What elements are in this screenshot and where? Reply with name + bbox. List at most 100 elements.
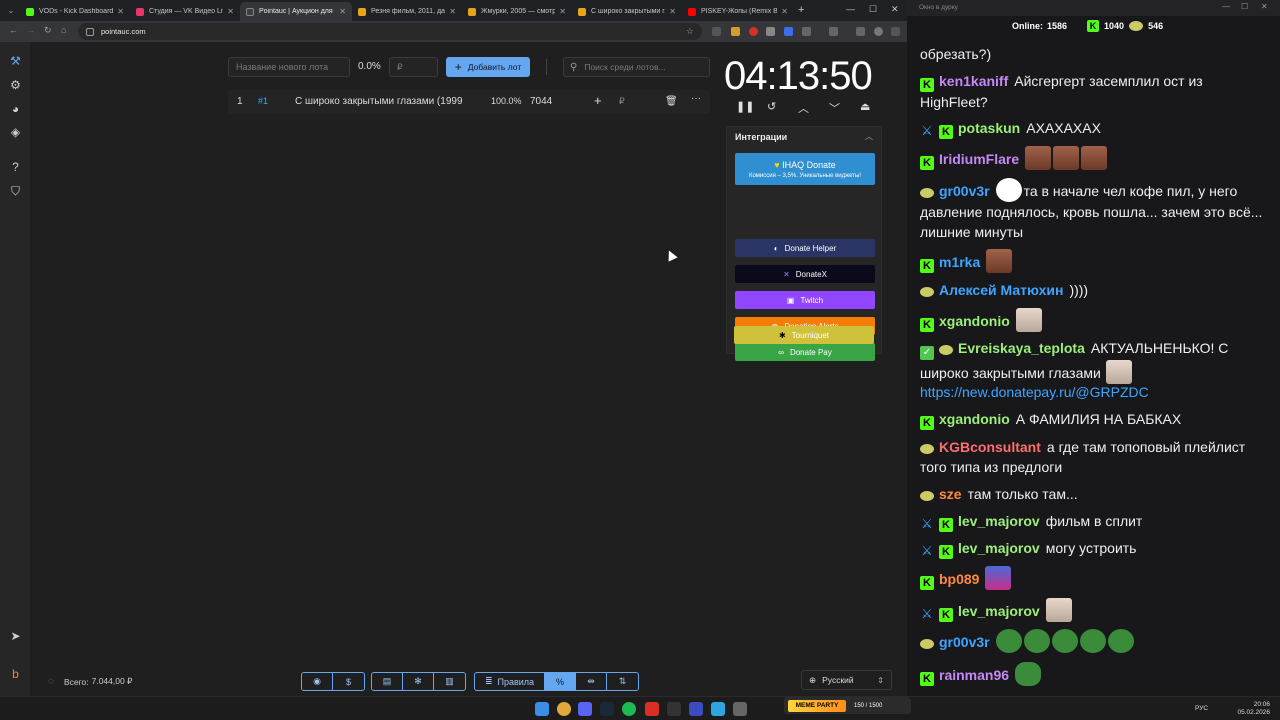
lot-search-input[interactable]: ⚲ Поиск среди лотов... bbox=[563, 57, 710, 77]
username[interactable]: rainman96 bbox=[939, 667, 1009, 683]
close-icon[interactable]: ✕ bbox=[669, 7, 676, 16]
home-icon[interactable]: ⌂ bbox=[61, 25, 66, 35]
media-widget[interactable]: МЕМЕ PARTY 150 / 1500 bbox=[784, 697, 911, 714]
minimize-icon[interactable]: — bbox=[1222, 2, 1230, 11]
username[interactable]: potaskun bbox=[958, 120, 1020, 136]
chrome-icon[interactable] bbox=[557, 702, 571, 716]
lot-amount[interactable]: 7044 bbox=[530, 96, 552, 107]
lot-row[interactable]: 1 #1 С широко закрытыми глазами (1999 10… bbox=[228, 90, 710, 114]
username[interactable]: xgandonio bbox=[939, 411, 1010, 427]
site-info-icon[interactable] bbox=[86, 27, 94, 36]
wheel-icon[interactable]: ◕ bbox=[9, 103, 22, 116]
clock[interactable]: 20:06 05.02.2026 bbox=[1237, 701, 1270, 717]
decrease-icon[interactable]: ﹀ bbox=[829, 100, 840, 116]
bookmark-star-icon[interactable]: ☆ bbox=[686, 26, 694, 37]
github-icon[interactable]: ◉ bbox=[302, 673, 333, 690]
tab-zhmurki[interactable]: Жмурки, 2005 — смотреть… ✕ bbox=[462, 2, 572, 21]
telegram-icon[interactable] bbox=[711, 702, 725, 716]
extension-icon[interactable] bbox=[784, 27, 793, 36]
tourniquet-button[interactable]: ✱ Tourniquet bbox=[734, 326, 874, 344]
username[interactable]: lev_majorov bbox=[958, 513, 1040, 529]
percent-toggle-icon[interactable]: % bbox=[545, 673, 576, 690]
forward-icon[interactable]: → bbox=[26, 25, 35, 35]
windows-start-icon[interactable] bbox=[535, 702, 549, 716]
close-icon[interactable]: ✕ bbox=[449, 7, 456, 16]
language-select[interactable]: ⊕ Русский ⇕ bbox=[801, 670, 892, 690]
compact-icon[interactable]: ⇹ bbox=[576, 673, 607, 690]
tab-pointauc[interactable]: Pointauc | Аукцион для стр… ✕ bbox=[240, 2, 352, 21]
help-icon[interactable]: ? bbox=[9, 161, 22, 174]
username[interactable]: IridiumFlare bbox=[939, 151, 1019, 167]
username[interactable]: sze bbox=[939, 486, 962, 502]
tab-vk-studio[interactable]: Студия — VK Видео Live ✕ bbox=[130, 2, 240, 21]
close-window-icon[interactable]: ✕ bbox=[891, 4, 899, 15]
delete-trash-icon[interactable]: 🗑 bbox=[665, 96, 678, 107]
close-icon[interactable]: ✕ bbox=[117, 7, 124, 16]
new-lot-amount-input[interactable]: ₽ bbox=[389, 57, 438, 77]
keyboard-language[interactable]: РУС bbox=[1195, 705, 1208, 712]
username[interactable]: m1rka bbox=[939, 254, 980, 270]
address-bar[interactable]: pointauc.com ☆ bbox=[78, 23, 702, 40]
new-tab-button[interactable]: + bbox=[798, 4, 804, 16]
donate-dollar-icon[interactable]: $ bbox=[333, 673, 364, 690]
minimize-icon[interactable]: — bbox=[846, 4, 855, 14]
hide-eye-icon[interactable]: ◌ bbox=[48, 676, 54, 687]
increase-icon[interactable]: ︿ bbox=[798, 100, 809, 116]
app-icon[interactable] bbox=[645, 702, 659, 716]
extension-icon[interactable] bbox=[712, 27, 721, 36]
layers-icon[interactable]: ◈ bbox=[9, 126, 22, 139]
lot-name[interactable]: С широко закрытыми глазами (1999 bbox=[295, 96, 463, 107]
ihaq-donate-button[interactable]: ♥ IHAQ Donate Комиссия – 3,5%. Уникальны… bbox=[735, 153, 875, 185]
username[interactable]: Evreiskaya_teplota bbox=[958, 340, 1085, 356]
max-up-icon[interactable]: ⏏ bbox=[860, 100, 870, 113]
chevron-up-icon[interactable]: ︿ bbox=[865, 131, 873, 142]
settings-gear-icon[interactable]: ⚙ bbox=[9, 79, 22, 92]
username[interactable]: lev_majorov bbox=[958, 603, 1040, 619]
username[interactable]: gr00v3r bbox=[939, 634, 990, 650]
username[interactable]: lev_majorov bbox=[958, 540, 1040, 556]
username[interactable]: KGBconsultant bbox=[939, 439, 1041, 455]
extensions-puzzle-icon[interactable] bbox=[802, 27, 811, 36]
media-icon[interactable] bbox=[856, 27, 865, 36]
app-icon[interactable] bbox=[689, 702, 703, 716]
reload-icon[interactable]: ↻ bbox=[44, 25, 52, 36]
steam-icon[interactable] bbox=[600, 702, 614, 716]
close-icon[interactable]: ✕ bbox=[781, 7, 788, 16]
telegram-icon[interactable]: ➤ bbox=[9, 630, 22, 643]
extension-icon[interactable] bbox=[731, 27, 740, 36]
more-dots-icon[interactable]: ··· bbox=[691, 93, 701, 104]
add-lot-button[interactable]: + Добавить лот bbox=[446, 57, 530, 77]
maximize-icon[interactable]: ☐ bbox=[1241, 2, 1248, 11]
pause-icon[interactable]: ❚❚ bbox=[736, 100, 754, 113]
boosty-icon[interactable]: b bbox=[9, 668, 22, 681]
add-amount-plus-icon[interactable]: + bbox=[594, 93, 602, 108]
obs-icon[interactable] bbox=[667, 702, 681, 716]
discord-icon[interactable] bbox=[578, 702, 592, 716]
extension-icon[interactable] bbox=[766, 27, 775, 36]
archive-icon[interactable]: ▤ bbox=[372, 673, 403, 690]
username[interactable]: xgandonio bbox=[939, 313, 1010, 329]
clear-icon[interactable]: ▥ bbox=[434, 673, 465, 690]
rules-button[interactable]: ≣ Правила bbox=[475, 673, 545, 690]
shield-icon[interactable]: ⛉ bbox=[9, 185, 22, 198]
spotify-icon[interactable] bbox=[622, 702, 636, 716]
sort-icon[interactable]: ⇅ bbox=[607, 673, 638, 690]
bug-icon[interactable]: ✻ bbox=[403, 673, 434, 690]
close-icon[interactable]: ✕ bbox=[227, 7, 234, 16]
extension-icon[interactable] bbox=[749, 27, 758, 36]
username[interactable]: gr00v3r bbox=[939, 183, 990, 199]
close-icon[interactable]: ✕ bbox=[559, 7, 566, 16]
maximize-icon[interactable]: ☐ bbox=[869, 4, 877, 15]
download-icon[interactable] bbox=[829, 27, 838, 36]
tab-kick-dashboard[interactable]: VODs - Kick Dashboard ✕ bbox=[20, 2, 130, 21]
close-icon[interactable]: ✕ bbox=[1261, 2, 1268, 11]
donation-link[interactable]: https://new.donatepay.ru/@GRPZDC bbox=[920, 384, 1149, 400]
app-icon[interactable] bbox=[733, 702, 747, 716]
profile-icon[interactable] bbox=[874, 27, 883, 36]
twitch-button[interactable]: ▣ Twitch bbox=[735, 291, 875, 309]
reset-icon[interactable]: ↺ bbox=[767, 100, 776, 113]
tab-search-button[interactable]: ⌄ bbox=[5, 5, 17, 17]
username[interactable]: Алексей Матюхин bbox=[939, 282, 1063, 298]
donate-pay-button[interactable]: ∞ Donate Pay bbox=[735, 343, 875, 361]
new-lot-name-input[interactable]: Название нового лота bbox=[228, 57, 350, 77]
